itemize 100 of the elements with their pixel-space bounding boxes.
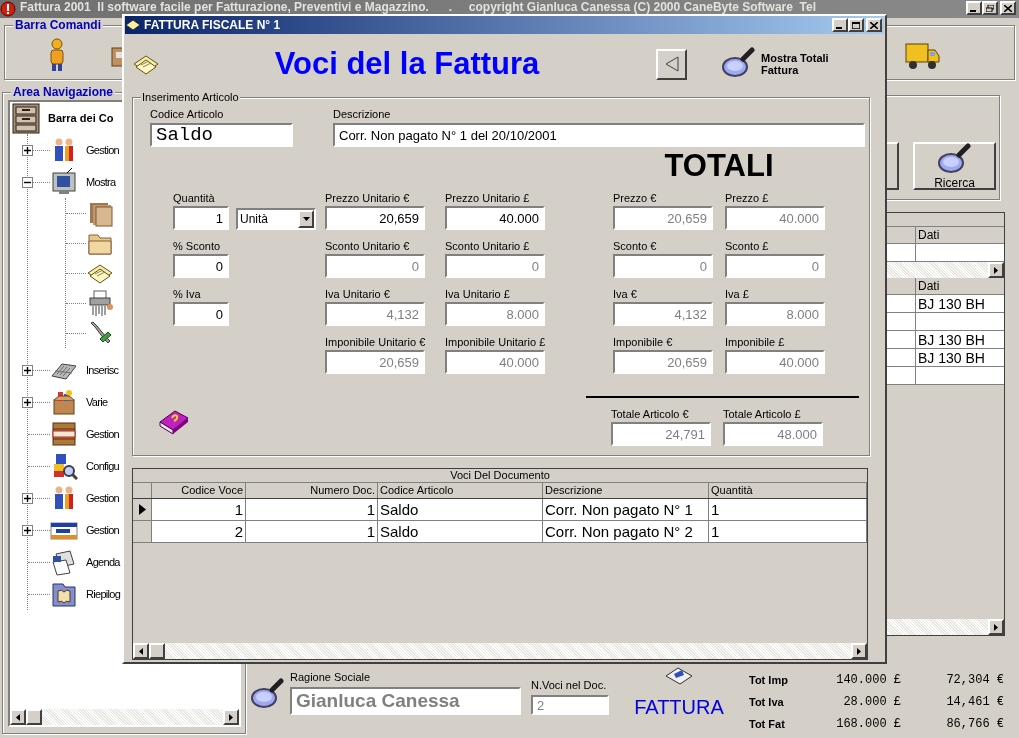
back-button[interactable] <box>656 48 687 80</box>
table-cell: Corr. Non pagato N° 1 <box>543 499 709 520</box>
scroll-right-button[interactable] <box>223 709 239 725</box>
field-label: Prezzo € <box>613 192 658 205</box>
minimize-button[interactable] <box>966 1 982 15</box>
table-cell: BJ 130 BH <box>916 331 1004 348</box>
field-label: Sconto Unitario £ <box>445 240 531 253</box>
column-header[interactable]: Codice Articolo <box>378 483 543 498</box>
book-folder-icon <box>50 580 78 608</box>
field-label: Sconto Unitario € <box>325 240 411 253</box>
tree-item[interactable]: Configu <box>86 457 119 475</box>
total-label: Tot Imp <box>749 672 789 688</box>
table-cell: BJ 130 BH <box>916 295 1004 312</box>
field-label: Codice Articolo <box>150 108 225 121</box>
table-cell: 1 <box>246 499 378 520</box>
restore-icon <box>986 4 994 12</box>
field-label: Ragione Sociale <box>290 671 372 684</box>
field-label: N.Voci nel Doc. <box>531 679 608 692</box>
tree-item[interactable]: Gestion <box>86 489 119 507</box>
column-header[interactable]: Codice Voce <box>152 483 246 498</box>
scroll-left-button[interactable] <box>10 709 26 725</box>
field-label: Prezzo Unitario £ <box>445 192 531 205</box>
field-label: Iva € <box>613 288 638 301</box>
search-button[interactable]: Ricerca <box>913 142 996 190</box>
horizontal-scrollbar[interactable] <box>133 643 867 659</box>
tree-item[interactable]: Agenda <box>86 553 120 571</box>
table-cell: 1 <box>246 521 378 542</box>
close-button[interactable] <box>866 18 882 32</box>
field-label: Imponibile Unitario € <box>325 336 425 349</box>
table-cell: 1 <box>709 521 867 542</box>
column-header[interactable]: Dati <box>916 278 1004 294</box>
field-label: Descrizione <box>333 108 392 121</box>
tree-item[interactable]: Gestion <box>86 521 119 539</box>
tree-item[interactable]: Barra dei Co <box>48 109 114 127</box>
table-cell: Saldo <box>378 521 543 542</box>
crate-icon <box>50 420 78 448</box>
window-title: Fattura 2001 Il software facile per Fatturazione, Preventivi e Magazzino. . copyright Gianluca Canessa (C) 2000 CaneByte Software Tel <box>20 1 817 14</box>
field-label: Iva Unitario £ <box>445 288 511 301</box>
scroll-thumb[interactable] <box>149 643 165 659</box>
total-value: 14,461 € <box>945 694 1004 711</box>
number-field[interactable]: 0 <box>173 254 229 278</box>
totals-heading: TOTALI <box>663 150 775 182</box>
scroll-left-button[interactable] <box>133 643 149 659</box>
table-cell: Corr. Non pagato N° 2 <box>543 521 709 542</box>
show-totals-button[interactable]: Mostra Totali Fattura <box>721 47 841 81</box>
restore-button[interactable] <box>982 1 998 15</box>
scroll-right-button[interactable] <box>988 262 1004 278</box>
tree-item[interactable]: Gestion <box>86 141 119 159</box>
tree-item[interactable]: Mostra <box>86 173 116 191</box>
amount-field[interactable]: 20,659 <box>325 206 425 230</box>
field-label: Imponibile £ <box>725 336 786 349</box>
amount-field[interactable]: 40.000 <box>445 206 545 230</box>
scroll-right-button[interactable] <box>851 643 867 659</box>
minimize-button[interactable] <box>832 18 848 32</box>
left-triangle-icon <box>663 56 680 72</box>
column-header[interactable]: Dati <box>916 227 1004 243</box>
field-label: Iva £ <box>725 288 750 301</box>
close-button[interactable] <box>1000 1 1016 15</box>
unit-dropdown[interactable]: Unità <box>236 208 316 230</box>
number-field[interactable]: 1 <box>173 206 229 230</box>
total-value: 72,304 € <box>945 672 1004 689</box>
column-header[interactable]: Numero Doc. <box>246 483 378 498</box>
documents-icon <box>50 548 78 576</box>
description-field[interactable]: Corr. Non pagato N° 1 del 20/10/2001 <box>333 123 865 147</box>
close-icon <box>870 21 878 29</box>
maximize-button[interactable] <box>848 18 864 32</box>
group-title: Barra Comandi <box>13 18 104 32</box>
total-value: 140.000 £ <box>835 672 901 689</box>
group-title: Inserimento Articolo <box>141 91 240 104</box>
total-value: 28.000 £ <box>842 694 901 711</box>
form-heading: Voci del la Fattura <box>273 46 541 82</box>
current-row-icon <box>138 504 146 515</box>
tree-item[interactable]: Inserisc <box>86 361 119 379</box>
field-label: Sconto £ <box>725 240 770 253</box>
field-label: Totale Articolo € <box>611 408 690 421</box>
field-label: Sconto € <box>613 240 658 253</box>
column-header[interactable]: Quantità <box>709 483 867 498</box>
tree-item[interactable]: Gestion <box>86 425 119 443</box>
tree-item[interactable]: Varie <box>86 393 108 411</box>
scroll-right-button[interactable] <box>988 619 1004 635</box>
table-cell: 2 <box>152 521 246 542</box>
left-arrow-icon <box>139 647 143 655</box>
caret-icon <box>302 217 310 221</box>
scroll-thumb[interactable] <box>26 709 42 725</box>
dropdown-button[interactable] <box>298 210 314 228</box>
column-header[interactable]: Descrizione <box>543 483 709 498</box>
app-icon <box>0 1 16 17</box>
left-arrow-icon <box>16 713 20 721</box>
tree-item[interactable]: Riepilog <box>86 585 121 603</box>
total-value: 168.000 £ <box>835 716 901 733</box>
code-field[interactable]: Saldo <box>150 123 293 147</box>
horizontal-scrollbar[interactable] <box>10 709 239 725</box>
close-icon <box>1004 4 1012 12</box>
document-type: FATTURA <box>634 696 724 718</box>
number-field[interactable]: 0 <box>173 302 229 326</box>
field-label: Iva Unitario € <box>325 288 391 301</box>
right-arrow-icon <box>994 266 998 274</box>
field-label: % Sconto <box>173 240 222 253</box>
shredder-icon <box>86 289 114 317</box>
field-label: % Iva <box>173 288 202 301</box>
